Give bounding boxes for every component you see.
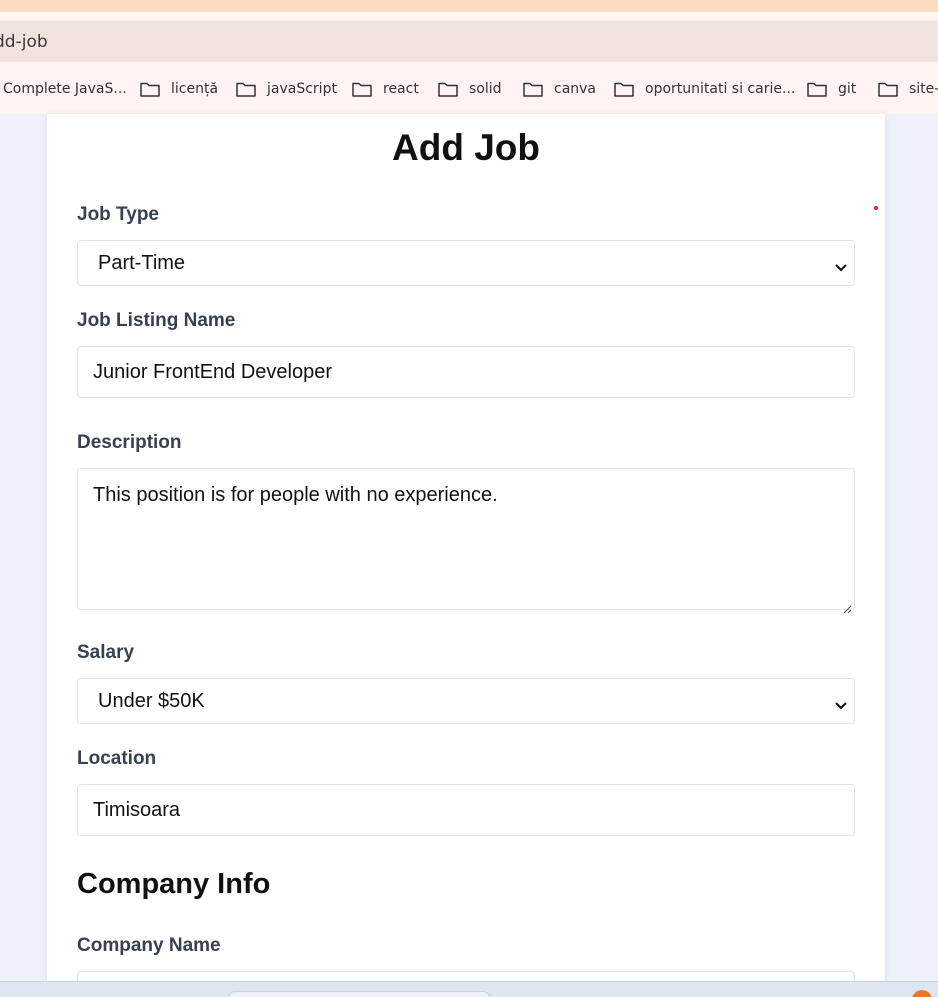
bookmark-licenta[interactable]: licență: [140, 79, 218, 99]
resize-grip-icon[interactable]: [842, 597, 852, 614]
description-label: Description: [77, 432, 182, 453]
bookmark-label: site-: [909, 81, 938, 97]
taskbar: [0, 981, 938, 997]
bookmark-site[interactable]: site-: [878, 79, 938, 99]
folder-icon: [807, 81, 827, 97]
add-job-form-card: Add Job Job Type Part-Time Job Listing N…: [47, 114, 885, 997]
taskbar-search-pill[interactable]: [228, 991, 490, 997]
salary-value: Under $50K: [98, 689, 205, 712]
location-value: Timisoara: [93, 798, 181, 821]
bookmark-label: javaScript: [267, 81, 337, 97]
chevron-down-icon: [834, 257, 848, 272]
chevron-down-icon: [834, 695, 848, 710]
bookmark-oportunitati[interactable]: oportunitati si carie...: [614, 79, 795, 99]
location-label: Location: [77, 748, 157, 769]
bookmark-label: oportunitati si carie...: [645, 81, 796, 97]
bookmark-javascript[interactable]: javaScript: [236, 79, 337, 99]
bookmark-git[interactable]: git: [807, 79, 856, 99]
folder-icon: [523, 81, 543, 97]
job-listing-name-label: Job Listing Name: [77, 310, 236, 331]
job-type-value: Part-Time: [98, 251, 186, 274]
job-type-label: Job Type: [77, 204, 159, 225]
bookmark-label: react: [383, 81, 419, 97]
folder-icon: [878, 81, 898, 97]
bookmark-label: solid: [469, 81, 502, 97]
folder-icon: [614, 81, 634, 97]
job-listing-name-input[interactable]: Junior FrontEnd Developer: [77, 346, 855, 398]
folder-icon: [236, 81, 256, 97]
salary-select[interactable]: Under $50K: [77, 678, 855, 724]
browser-top-strip: [0, 0, 938, 12]
company-name-label: Company Name: [77, 935, 221, 956]
location-input[interactable]: Timisoara: [77, 784, 855, 836]
folder-icon: [438, 81, 458, 97]
url-text[interactable]: dd-job: [0, 32, 48, 52]
folder-icon: [352, 81, 372, 97]
description-value: This position is for people with no expe…: [93, 484, 498, 506]
red-dot-marker: [874, 206, 878, 210]
bookmark-complete-javascript[interactable]: Complete JavaS...: [3, 79, 127, 99]
bookmark-solid[interactable]: solid: [438, 79, 502, 99]
bookmark-react[interactable]: react: [352, 79, 419, 99]
job-type-select[interactable]: Part-Time: [77, 240, 855, 286]
description-textarea[interactable]: This position is for people with no expe…: [77, 468, 855, 614]
job-listing-name-value: Junior FrontEnd Developer: [93, 360, 333, 383]
folder-icon: [140, 81, 160, 97]
company-info-heading: Company Info: [77, 868, 271, 900]
page-title: Add Job: [392, 127, 540, 168]
bookmark-label: canva: [554, 81, 597, 97]
bookmark-label: git: [838, 81, 857, 97]
bookmark-label: licență: [171, 81, 219, 97]
bookmarks-bar: Complete JavaS... licență javaScript rea…: [0, 62, 938, 114]
bookmark-canva[interactable]: canva: [523, 79, 596, 99]
address-bar[interactable]: dd-job: [0, 21, 938, 62]
salary-label: Salary: [77, 642, 135, 663]
app-icon[interactable]: [912, 990, 932, 997]
bookmark-label: Complete JavaS...: [3, 81, 127, 97]
browser-top-gap: [0, 12, 938, 21]
